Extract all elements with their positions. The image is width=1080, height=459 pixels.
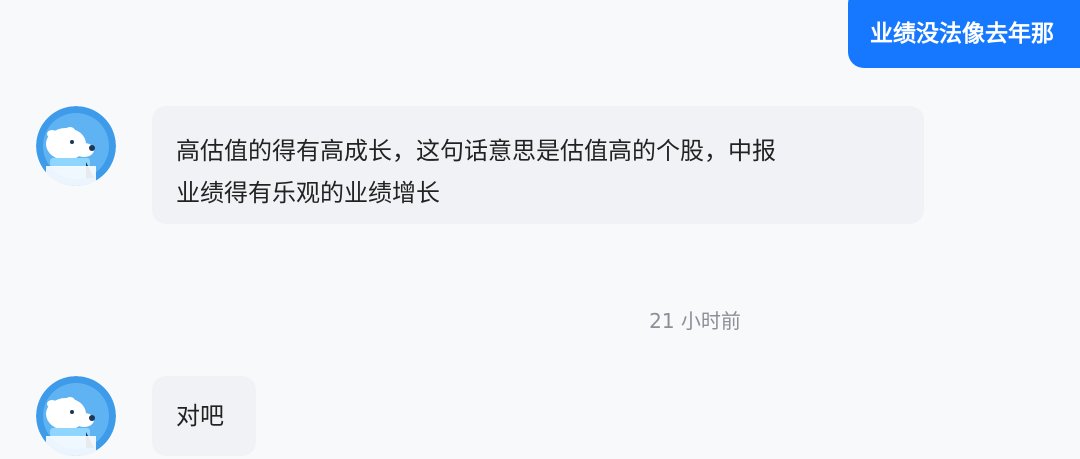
polar-bear-icon (36, 376, 116, 456)
incoming-message-bubble: 对吧 (152, 376, 256, 456)
bot-avatar[interactable] (36, 106, 116, 186)
polar-bear-icon (36, 106, 116, 186)
outgoing-message-bubble: 业绩没法像去年那 (848, 0, 1080, 68)
outgoing-message-text: 业绩没法像去年那 (870, 21, 1054, 47)
message-text-line: 高估值的得有高成长，这句话意思是估值高的个股，中报 (176, 137, 776, 165)
incoming-message-bubble: 高估值的得有高成长，这句话意思是估值高的个股，中报 业绩得有乐观的业绩增长 (152, 106, 924, 224)
message-text-line: 业绩得有乐观的业绩增长 (176, 179, 440, 207)
chat-thread: 业绩没法像去年那 高估值的得有高成长，这句话意思是估值高的个股，中报 业绩得有乐… (0, 0, 1080, 459)
message-timestamp: 21 小时前 (649, 309, 741, 333)
bot-avatar[interactable] (36, 376, 116, 456)
message-text-line: 对吧 (176, 402, 224, 430)
